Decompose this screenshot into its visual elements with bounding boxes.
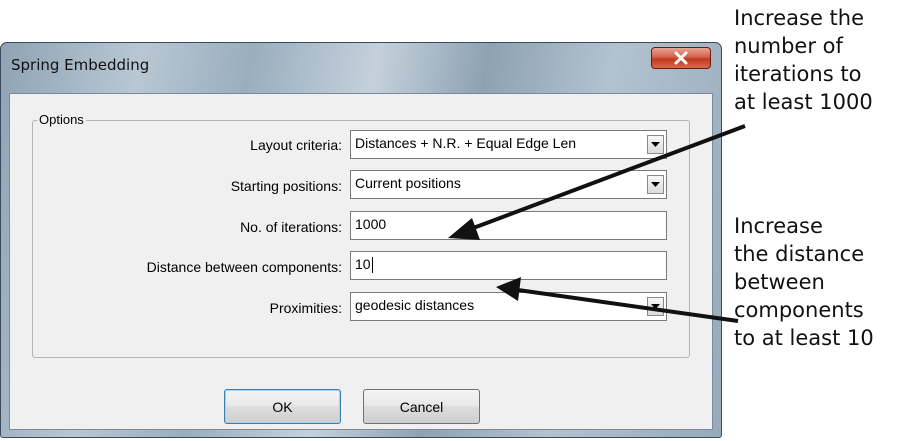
distance-arrow xyxy=(496,277,739,323)
annotation-arrows xyxy=(448,124,746,323)
iterations-arrow xyxy=(448,124,746,240)
